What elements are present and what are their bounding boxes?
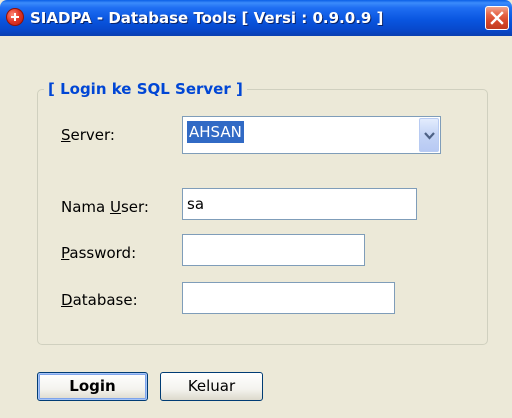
close-button[interactable] bbox=[485, 6, 509, 30]
title-bar[interactable]: SIADPA - Database Tools [ Versi : 0.9.0.… bbox=[0, 0, 512, 36]
database-label: Database: bbox=[61, 291, 138, 309]
server-label: Server: bbox=[61, 126, 115, 144]
app-icon bbox=[6, 8, 24, 26]
close-icon bbox=[490, 11, 504, 25]
login-button[interactable]: Login bbox=[37, 372, 148, 401]
server-value: AHSAN bbox=[187, 121, 244, 143]
groupbox-title: [ Login ke SQL Server ] bbox=[44, 80, 247, 98]
password-input[interactable] bbox=[182, 234, 365, 266]
window-title: SIADPA - Database Tools [ Versi : 0.9.0.… bbox=[30, 9, 384, 27]
chevron-down-icon bbox=[424, 132, 435, 140]
login-dialog: SIADPA - Database Tools [ Versi : 0.9.0.… bbox=[0, 0, 512, 418]
server-dropdown-button[interactable] bbox=[419, 118, 439, 152]
password-label: Password: bbox=[61, 244, 137, 262]
nama-user-input[interactable] bbox=[182, 188, 417, 220]
database-input[interactable] bbox=[182, 282, 395, 314]
server-dropdown[interactable]: AHSAN bbox=[182, 116, 441, 154]
keluar-button[interactable]: Keluar bbox=[160, 372, 263, 401]
nama-user-label: Nama User: bbox=[61, 198, 149, 216]
